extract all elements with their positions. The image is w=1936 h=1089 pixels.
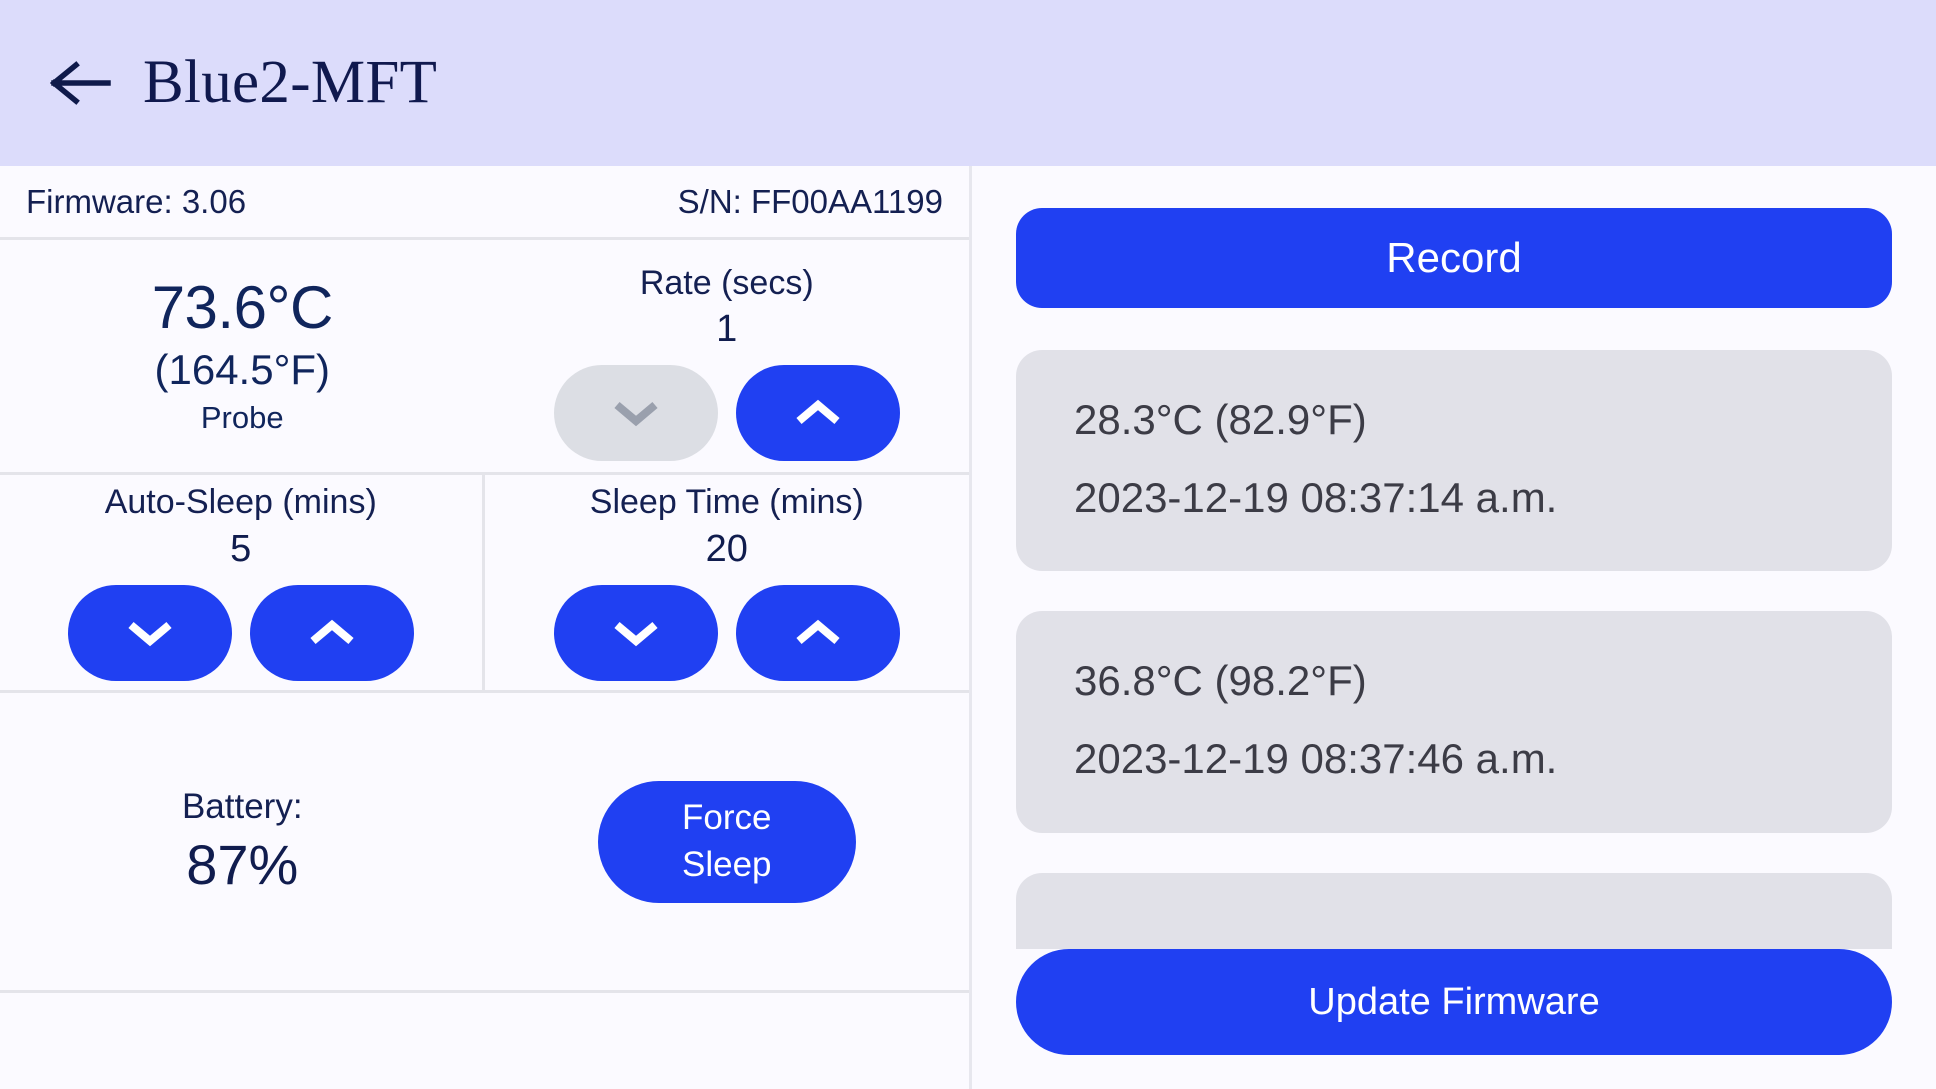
battery-label: Battery: <box>181 787 303 827</box>
body-split: Firmware: 3.06 S/N: FF00AA1199 73.6°C (1… <box>0 166 1936 1089</box>
temperature-celsius: 73.6°C <box>151 273 334 341</box>
reading-row: 73.6°C (164.5°F) Probe Rate (secs) 1 <box>0 240 969 475</box>
sleep-time-stepper: Sleep Time (mins) 20 <box>485 475 970 690</box>
sleep-time-value: 20 <box>705 527 748 570</box>
temperature-fahrenheit: (164.5°F) <box>154 345 331 393</box>
record-button[interactable]: Record <box>1016 208 1892 308</box>
device-settings-pane: Firmware: 3.06 S/N: FF00AA1199 73.6°C (1… <box>0 166 972 1089</box>
auto-sleep-value: 5 <box>230 527 252 570</box>
rate-increment-button[interactable] <box>735 365 900 462</box>
chevron-down-icon <box>125 618 175 648</box>
firmware-version: Firmware: 3.06 <box>26 182 247 220</box>
serial-number: S/N: FF00AA1199 <box>677 182 943 220</box>
device-info-row: Firmware: 3.06 S/N: FF00AA1199 <box>0 166 969 240</box>
temperature-reading: 73.6°C (164.5°F) Probe <box>0 240 485 472</box>
battery-status: Battery: 87% <box>0 785 485 898</box>
temperature-source-label: Probe <box>200 400 284 436</box>
record-timestamp: 2023-12-19 08:37:46 a.m. <box>1074 734 1558 782</box>
auto-sleep-decrement-button[interactable] <box>67 584 232 681</box>
left-pane-filler <box>0 993 969 1089</box>
rate-buttons <box>553 365 900 462</box>
auto-sleep-increment-button[interactable] <box>249 584 414 681</box>
record-item[interactable]: 28.3°C (82.9°F) 2023-12-19 08:37:14 a.m. <box>1016 350 1892 572</box>
force-sleep-block: Force Sleep <box>485 780 970 903</box>
sleep-time-increment-button[interactable] <box>735 584 900 681</box>
arrow-left-icon <box>50 60 112 106</box>
record-temperature: 36.8°C (98.2°F) <box>1074 657 1367 705</box>
battery-value: 87% <box>186 832 299 896</box>
app-bar: Blue2-MFT <box>0 0 1936 166</box>
record-item[interactable] <box>1016 872 1892 949</box>
force-sleep-label-line2: Sleep <box>681 844 772 884</box>
back-button[interactable] <box>44 46 118 120</box>
rate-decrement-button[interactable] <box>553 365 718 462</box>
auto-sleep-buttons <box>67 584 414 681</box>
chevron-up-icon <box>793 398 843 428</box>
rate-title: Rate (secs) <box>639 263 814 302</box>
records-pane: Record 28.3°C (82.9°F) 2023-12-19 08:37:… <box>972 166 1936 1089</box>
record-timestamp: 2023-12-19 08:37:14 a.m. <box>1074 473 1558 521</box>
sleep-time-buttons <box>553 584 900 681</box>
sleep-time-title: Sleep Time (mins) <box>589 483 864 522</box>
device-detail-screen: Blue2-MFT Firmware: 3.06 S/N: FF00AA1199… <box>0 0 1936 1089</box>
chevron-up-icon <box>307 618 357 648</box>
sleep-settings-row: Auto-Sleep (mins) 5 Sleep Time (mins) 20 <box>0 475 969 693</box>
auto-sleep-title: Auto-Sleep (mins) <box>104 483 377 522</box>
chevron-up-icon <box>793 618 843 648</box>
force-sleep-button[interactable]: Force Sleep <box>597 780 856 903</box>
record-item[interactable]: 36.8°C (98.2°F) 2023-12-19 08:37:46 a.m. <box>1016 611 1892 833</box>
auto-sleep-stepper: Auto-Sleep (mins) 5 <box>0 475 485 690</box>
rate-stepper: Rate (secs) 1 <box>485 240 970 472</box>
chevron-down-icon <box>611 398 661 428</box>
page-title: Blue2-MFT <box>143 49 438 116</box>
rate-value: 1 <box>716 308 738 351</box>
update-firmware-button[interactable]: Update Firmware <box>1016 949 1892 1055</box>
chevron-down-icon <box>611 618 661 648</box>
battery-row: Battery: 87% Force Sleep <box>0 693 969 993</box>
force-sleep-label-line1: Force <box>682 798 772 838</box>
sleep-time-decrement-button[interactable] <box>553 584 718 681</box>
record-list[interactable]: 28.3°C (82.9°F) 2023-12-19 08:37:14 a.m.… <box>1016 350 1892 949</box>
record-temperature: 28.3°C (82.9°F) <box>1074 396 1367 443</box>
